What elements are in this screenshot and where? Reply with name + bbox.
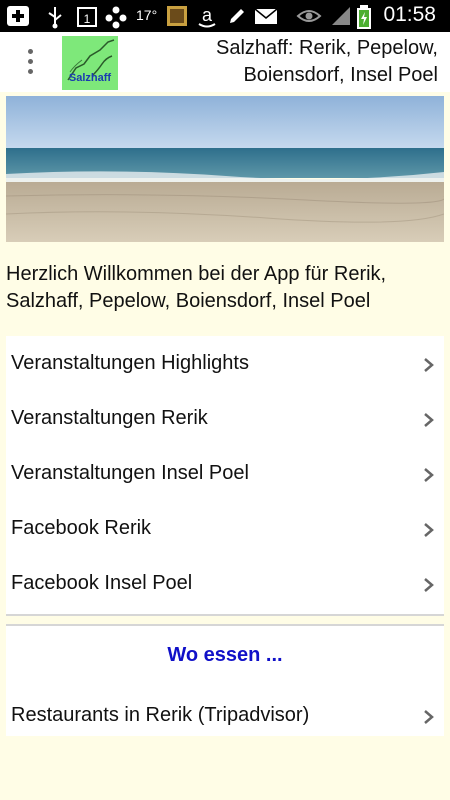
action-bar: Salzhaff Salzhaff: Rerik, Pepelow, Boien… <box>0 32 450 92</box>
app-notification-icon <box>167 6 187 26</box>
temperature-text: 17° <box>136 7 158 23</box>
chevron-right-icon <box>424 523 434 537</box>
add-notification-icon <box>7 6 29 26</box>
menu-item-veranstaltungen-insel-poel[interactable]: Veranstaltungen Insel Poel <box>6 446 444 501</box>
food-section: Wo essen ... Restaurants in Rerik (Tripa… <box>6 624 444 736</box>
mail-icon <box>254 8 278 24</box>
edit-icon <box>230 9 244 23</box>
overflow-menu-button[interactable] <box>18 44 42 78</box>
chevron-right-icon <box>424 358 434 372</box>
chevron-right-icon <box>424 578 434 592</box>
usb-icon <box>48 7 62 29</box>
section-heading: Wo essen ... <box>167 644 283 666</box>
svg-text:1: 1 <box>84 12 91 26</box>
menu-item-facebook-insel-poel[interactable]: Facebook Insel Poel <box>6 556 444 611</box>
signal-icon <box>332 7 350 25</box>
menu-item-label: Restaurants in Rerik (Tripadvisor) <box>11 704 310 726</box>
network-icon <box>105 6 127 29</box>
eye-icon <box>296 10 322 22</box>
menu-item-label: Veranstaltungen Rerik <box>11 407 208 429</box>
menu-item-facebook-rerik[interactable]: Facebook Rerik <box>6 501 444 556</box>
logo-text: Salzhaff <box>68 72 112 84</box>
calendar-icon: 1 <box>77 7 97 27</box>
clock: 01:58 <box>383 3 436 26</box>
menu-item-restaurants-rerik[interactable]: Restaurants in Rerik (Tripadvisor) <box>6 688 444 743</box>
amazon-icon: a <box>198 5 216 28</box>
menu-item-label: Veranstaltungen Highlights <box>11 352 249 374</box>
app-logo: Salzhaff <box>62 36 118 90</box>
menu-item-veranstaltungen-rerik[interactable]: Veranstaltungen Rerik <box>6 391 444 446</box>
menu-item-veranstaltungen-highlights[interactable]: Veranstaltungen Highlights <box>6 336 444 391</box>
chevron-right-icon <box>424 710 434 724</box>
menu-item-label: Veranstaltungen Insel Poel <box>11 462 249 484</box>
menu-list: Veranstaltungen Highlights Veranstaltung… <box>6 336 444 616</box>
status-bar: 1 17° a 01:58 <box>0 0 450 32</box>
beach-image <box>6 96 444 242</box>
app-title: Salzhaff: Rerik, Pepelow, Boiensdorf, In… <box>216 37 438 86</box>
menu-item-label: Facebook Rerik <box>11 517 152 539</box>
chevron-right-icon <box>424 413 434 427</box>
menu-item-label: Facebook Insel Poel <box>11 572 193 594</box>
svg-text:a: a <box>202 5 213 25</box>
welcome-text: Herzlich Willkommen bei der App für Reri… <box>6 263 387 312</box>
chevron-right-icon <box>424 468 434 482</box>
battery-icon <box>357 5 371 29</box>
